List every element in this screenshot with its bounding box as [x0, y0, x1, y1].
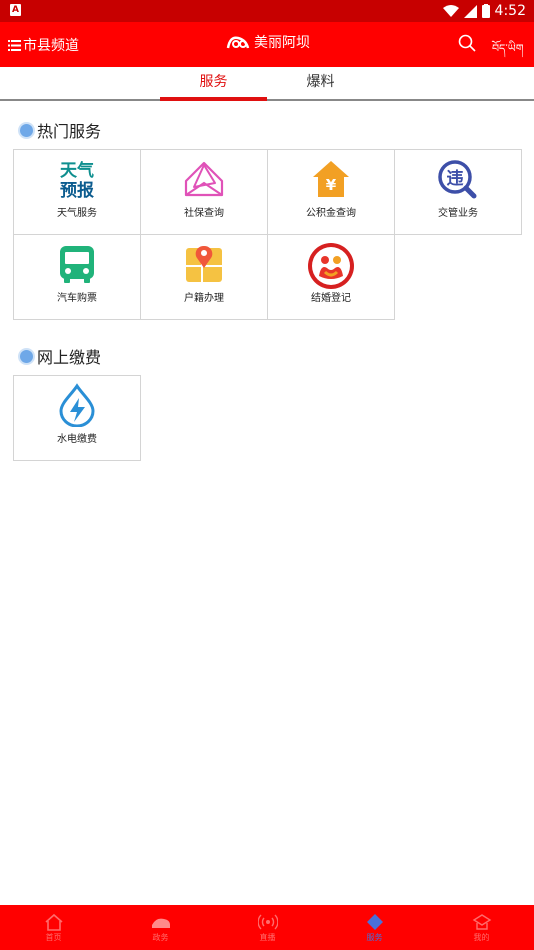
tibetan-language-switch[interactable]: བོད་ཡིག: [492, 36, 523, 67]
service-bus-ticket-label: 汽车购票: [57, 293, 97, 304]
house-yuan-icon: ¥: [268, 158, 394, 200]
nav-government[interactable]: 政务: [107, 905, 214, 950]
search-icon[interactable]: [458, 34, 476, 52]
service-marriage-registration[interactable]: 结婚登记: [267, 234, 395, 320]
service-household-registration-label: 户籍办理: [184, 293, 224, 304]
app-bar: 市县频道 美丽阿坝 བོད་ཡིག: [0, 22, 534, 67]
online-payment-title: 网上缴费: [37, 348, 102, 367]
service-weather-label: 天气服务: [57, 208, 97, 219]
online-payment-heading: 网上缴费: [18, 344, 101, 368]
service-social-security-label: 社保查询: [184, 208, 224, 219]
bottom-nav: 首页 政务 直播 服务 我的: [0, 905, 534, 950]
nav-government-label: 政务: [152, 933, 169, 942]
nav-profile[interactable]: 我的: [428, 905, 534, 950]
map-pin-icon: [141, 243, 267, 285]
notification-icon: A: [10, 4, 21, 16]
home-icon: [44, 913, 63, 931]
tab-bar: 服务 爆料: [0, 67, 534, 101]
hot-services-title: 热门服务: [37, 122, 102, 141]
weather-icon-line1: 天气: [60, 160, 94, 181]
signal-icon: [463, 4, 477, 18]
marriage-seal-icon: [268, 243, 394, 289]
service-housing-fund-label: 公积金查询: [306, 208, 356, 219]
service-weather[interactable]: 天气 预报 天气服务: [13, 149, 141, 235]
service-traffic[interactable]: 违 交管业务: [394, 149, 522, 235]
city-channel-label: 市县频道: [23, 38, 79, 54]
section-smile-icon: [18, 347, 35, 365]
envelope-icon: [141, 158, 267, 200]
nav-profile-label: 我的: [473, 933, 490, 942]
wifi-icon: [442, 5, 459, 17]
battery-icon: [481, 4, 490, 18]
app-logo: 美丽阿坝: [226, 32, 310, 52]
nav-service[interactable]: 服务: [321, 905, 428, 950]
bus-icon: [14, 243, 140, 285]
hot-services-heading: 热门服务: [18, 118, 101, 142]
nav-live-label: 直播: [259, 933, 276, 942]
service-traffic-label: 交管业务: [438, 208, 478, 219]
service-icon: [366, 914, 383, 930]
status-bar: A 4:52: [0, 0, 534, 22]
yuan-sign: ¥: [326, 176, 337, 194]
government-icon: [151, 918, 170, 928]
service-utility-payment-label: 水电缴费: [57, 434, 97, 445]
aba-logo-icon: [226, 36, 250, 49]
nav-live[interactable]: 直播: [214, 905, 321, 950]
tab-report[interactable]: 爆料: [267, 67, 374, 99]
section-smile-icon: [18, 121, 35, 139]
tab-service[interactable]: 服务: [160, 67, 267, 101]
water-electric-icon: [14, 383, 140, 427]
nav-home[interactable]: 首页: [0, 905, 107, 950]
clock: 4:52: [494, 3, 526, 19]
traffic-violation-icon: 违: [395, 158, 521, 200]
nav-service-label: 服务: [366, 933, 383, 942]
nav-home-label: 首页: [45, 933, 62, 942]
service-marriage-registration-label: 结婚登记: [311, 293, 351, 304]
app-logo-text: 美丽阿坝: [254, 35, 310, 51]
service-utility-payment[interactable]: 水电缴费: [13, 375, 141, 461]
live-broadcast-icon: [257, 914, 278, 930]
service-social-security[interactable]: 社保查询: [140, 149, 268, 235]
weather-icon-line2: 预报: [60, 180, 94, 199]
weather-forecast-icon: 天气 预报: [14, 158, 140, 200]
profile-icon: [472, 914, 491, 930]
list-menu-icon: [8, 39, 21, 51]
violation-char: 违: [447, 168, 464, 189]
service-household-registration[interactable]: 户籍办理: [140, 234, 268, 320]
service-bus-ticket[interactable]: 汽车购票: [13, 234, 141, 320]
city-channel-menu[interactable]: 市县频道: [8, 35, 79, 55]
service-housing-fund[interactable]: ¥ 公积金查询: [267, 149, 395, 235]
